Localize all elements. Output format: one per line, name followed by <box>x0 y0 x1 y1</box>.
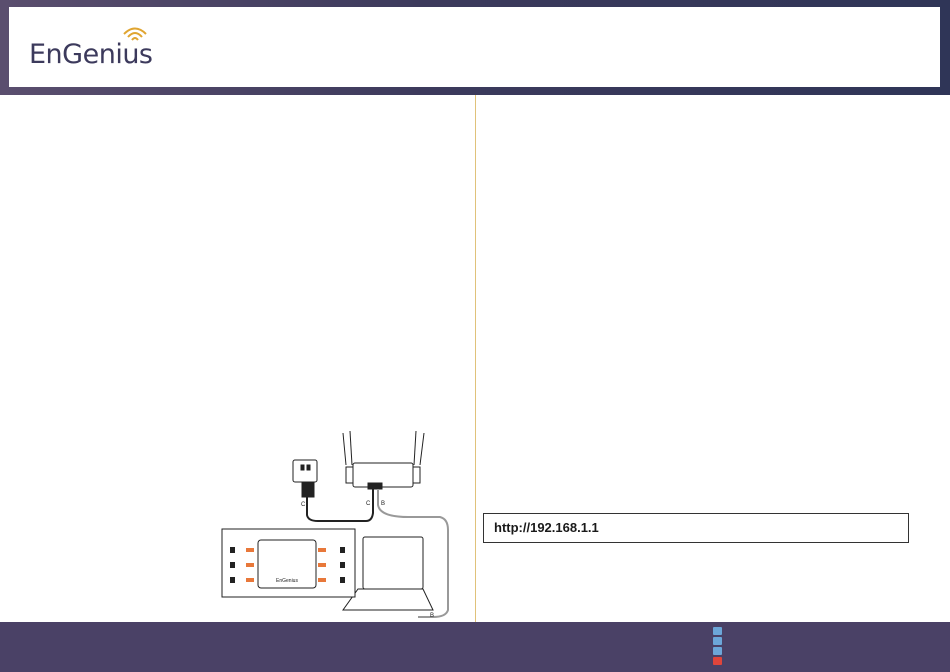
next-page-icon[interactable] <box>713 647 722 655</box>
column-divider <box>475 95 476 622</box>
label-b1: B <box>381 501 385 507</box>
brand-name: EnGenius <box>29 39 153 70</box>
prev-page-icon[interactable] <box>713 637 722 645</box>
device-brand: EnGenius <box>276 578 298 584</box>
footer-bar <box>0 622 950 672</box>
engenius-logo: EnGenius <box>29 25 179 73</box>
laptop <box>342 536 434 611</box>
url-box: http://192.168.1.1 <box>483 513 909 543</box>
label-c1: C <box>301 502 306 508</box>
connection-diagram: C C B B EnGenius <box>218 425 458 620</box>
label-c2: C <box>366 501 371 507</box>
router <box>342 430 425 490</box>
switch-panel <box>221 528 356 598</box>
url-text: http://192.168.1.1 <box>494 520 599 535</box>
label-b2: B <box>430 613 434 619</box>
page-nav <box>713 627 722 667</box>
header: EnGenius <box>9 7 940 87</box>
last-page-icon[interactable] <box>713 657 722 665</box>
power-outlet <box>292 459 318 498</box>
first-page-icon[interactable] <box>713 627 722 635</box>
